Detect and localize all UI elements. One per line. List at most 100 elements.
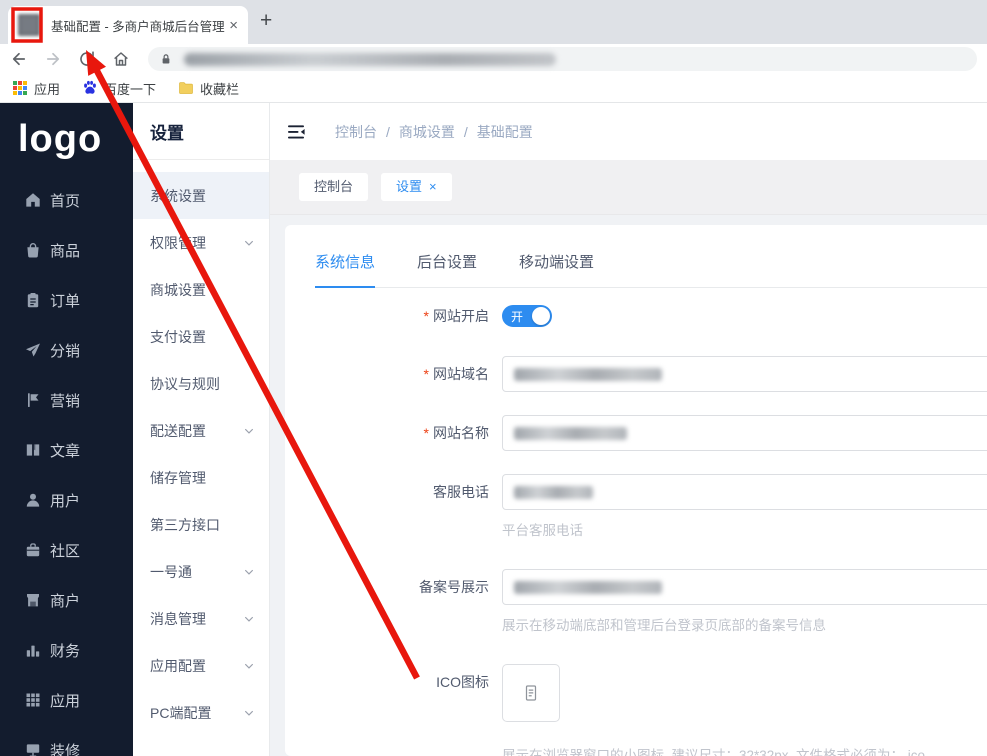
submenu-item[interactable]: 支付设置: [133, 313, 269, 360]
forward-icon[interactable]: [44, 50, 62, 68]
tag-close-icon[interactable]: ×: [429, 173, 437, 201]
settings-tab[interactable]: 后台设置: [417, 251, 477, 288]
browser-toolbar: [0, 44, 987, 74]
sidebar-item[interactable]: 文章: [0, 425, 133, 475]
logo: logo: [18, 117, 103, 160]
form-field-row: *网站名称 开: [315, 415, 987, 451]
submenu-title: 设置: [133, 103, 269, 160]
decorate-monitor-icon: [25, 742, 41, 756]
field-control: 开: [502, 415, 987, 451]
merchant-shop-icon: [25, 592, 41, 608]
chevron-down-icon: [243, 707, 255, 719]
settings-tab-label: 移动端设置: [519, 254, 595, 271]
field-label-text: 客服电话: [433, 484, 489, 500]
field-label: *备案号展示: [315, 569, 502, 605]
tab-close-icon[interactable]: ×: [229, 18, 238, 33]
sidebar-item[interactable]: 订单: [0, 275, 133, 325]
sidebar-item[interactable]: 营销: [0, 375, 133, 425]
page-tag[interactable]: 控制台 ×: [299, 173, 369, 201]
submenu-item-label: 权限管理: [150, 234, 206, 251]
sidebar-item-label: 应用: [50, 692, 81, 710]
sidebar-item[interactable]: 分销: [0, 325, 133, 375]
settings-tab[interactable]: 系统信息: [315, 251, 376, 288]
submenu-list: 系统设置 权限管理 商城设置 支付设置 协议与规则 配送配置 储存管理 第三方接…: [133, 160, 269, 736]
community-briefcase-icon: [25, 542, 41, 558]
back-icon[interactable]: [10, 50, 28, 68]
sidebar-item[interactable]: 商户: [0, 575, 133, 625]
reload-icon[interactable]: [78, 50, 96, 68]
submenu-item-label: 第三方接口: [150, 516, 220, 533]
settings-card: 系统信息 后台设置 移动端设置 * 网站开启 开 * 网站域名 * 网站名称 客…: [285, 225, 987, 756]
text-input[interactable]: [502, 356, 987, 392]
url-redacted: [184, 52, 556, 66]
bookmark-item[interactable]: 应用: [12, 79, 60, 98]
field-label-text: 网站域名: [433, 366, 489, 382]
sidebar-item[interactable]: 社区: [0, 525, 133, 575]
finance-chart-icon: [25, 642, 41, 658]
submenu-item[interactable]: 消息管理: [133, 595, 269, 642]
tab-title: 基础配置 - 多商户商城后台管理: [51, 19, 225, 34]
field-label-text: 备案号展示: [419, 579, 489, 595]
text-input[interactable]: [502, 474, 987, 510]
submenu-item[interactable]: 应用配置: [133, 642, 269, 689]
breadcrumb-link[interactable]: 控制台: [335, 122, 377, 142]
submenu-item-label: 应用配置: [150, 657, 206, 674]
content-area: 系统信息 后台设置 移动端设置 * 网站开启 开 * 网站域名 * 网站名称 客…: [270, 215, 987, 756]
settings-tab-label: 后台设置: [417, 254, 478, 271]
settings-tab-label: 系统信息: [315, 254, 376, 271]
sidebar-item[interactable]: 财务: [0, 625, 133, 675]
submenu-item-label: 支付设置: [150, 328, 206, 345]
settings-tab[interactable]: 移动端设置: [519, 251, 594, 288]
sidebar-item[interactable]: 装修: [0, 725, 133, 756]
sidebar-item[interactable]: 商品: [0, 225, 133, 275]
breadcrumb-separator: /: [386, 123, 390, 140]
bookmark-item[interactable]: 收藏栏: [178, 79, 239, 98]
menu-collapse-icon[interactable]: [286, 122, 306, 142]
sidebar-item[interactable]: 应用: [0, 675, 133, 725]
page-tag[interactable]: 设置 ×: [381, 173, 452, 201]
bookmark-item[interactable]: 百度一下: [82, 79, 156, 98]
submenu-item[interactable]: 配送配置: [133, 407, 269, 454]
address-bar[interactable]: [148, 47, 977, 71]
submenu-item[interactable]: 储存管理: [133, 454, 269, 501]
sidebar-item-label: 商户: [50, 592, 81, 610]
sidebar-item[interactable]: 首页: [0, 175, 133, 225]
breadcrumb-item: 基础配置 /: [477, 122, 533, 142]
ico-upload-box[interactable]: [502, 664, 560, 722]
input-value-redacted: [514, 485, 593, 499]
breadcrumb-link[interactable]: 商城设置: [399, 122, 455, 142]
submenu-item[interactable]: 协议与规则: [133, 360, 269, 407]
settings-submenu-panel: 设置 系统设置 权限管理 商城设置 支付设置 协议与规则 配送配置 储存管理 第…: [133, 103, 270, 756]
field-label-text: 网站开启: [433, 308, 489, 324]
field-control: 开 平台客服电话: [502, 474, 987, 539]
submenu-item-label: 协议与规则: [150, 375, 220, 392]
distribution-plane-icon: [25, 342, 41, 358]
sidebar-item-label: 分销: [50, 342, 81, 360]
submenu-item[interactable]: 第三方接口: [133, 501, 269, 548]
sidebar-item[interactable]: 用户: [0, 475, 133, 525]
submenu-item[interactable]: 系统设置: [133, 172, 269, 219]
submenu-item-label: 一号通: [150, 563, 192, 580]
form-field-row: *客服电话 开: [315, 474, 987, 539]
favicon-blurred: [18, 14, 40, 36]
submenu-item[interactable]: 一号通: [133, 548, 269, 595]
text-input[interactable]: [502, 415, 987, 451]
lock-icon: [160, 53, 172, 65]
form-field-row: *备案号展示 开: [315, 569, 987, 634]
submenu-item[interactable]: 权限管理: [133, 219, 269, 266]
submenu-item[interactable]: PC端配置: [133, 689, 269, 736]
home-icon[interactable]: [112, 50, 130, 68]
text-input[interactable]: [502, 569, 987, 605]
new-tab-button[interactable]: +: [260, 9, 272, 33]
field-help-text: 平台客服电话: [502, 523, 583, 538]
breadcrumb-link[interactable]: 基础配置: [477, 122, 533, 142]
sidebar-item-label: 商品: [50, 242, 81, 260]
browser-tab[interactable]: 基础配置 - 多商户商城后台管理 ×: [8, 6, 248, 44]
browser-chrome: 基础配置 - 多商户商城后台管理 × + 应用 百度一下 收藏栏: [0, 0, 987, 103]
submenu-item[interactable]: 商城设置: [133, 266, 269, 313]
field-label: * 网站域名: [315, 356, 502, 392]
field-control: 开 展示在移动端底部和管理后台登录页底部的备案号信息: [502, 569, 987, 634]
chevron-down-icon: [243, 237, 255, 249]
submenu-item-label: 商城设置: [150, 281, 206, 298]
toggle-switch[interactable]: 开: [502, 305, 552, 327]
